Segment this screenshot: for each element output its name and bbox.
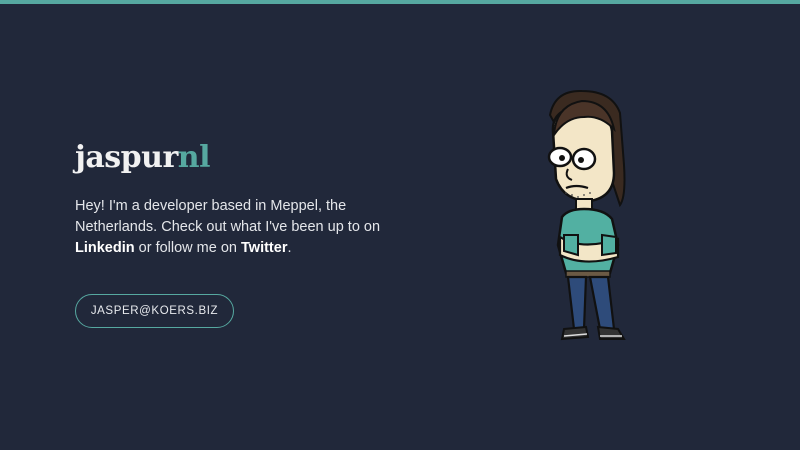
intro-line-2-mid: or follow me on [134, 240, 242, 256]
intro-line-2-pre: Check out what I've been up to on [161, 219, 381, 235]
cartoon-developer-icon [547, 89, 626, 341]
developer-illustration [520, 85, 650, 345]
linkedin-link[interactable]: Linkedin [75, 240, 135, 256]
page: jaspurnl Hey! I'm a developer based in M… [0, 0, 800, 450]
logo-text-primary: jaspur [75, 140, 178, 175]
intro-paragraph: Hey! I'm a developer based in Meppel, th… [75, 196, 415, 259]
intro-line-2-end: . [287, 240, 292, 256]
top-accent-bar [0, 0, 800, 4]
site-logo[interactable]: jaspurnl [75, 138, 211, 178]
email-button[interactable]: JASPER@KOERS.BIZ [75, 294, 234, 328]
twitter-link[interactable]: Twitter [241, 240, 287, 256]
logo-text-accent: nl [177, 140, 211, 175]
